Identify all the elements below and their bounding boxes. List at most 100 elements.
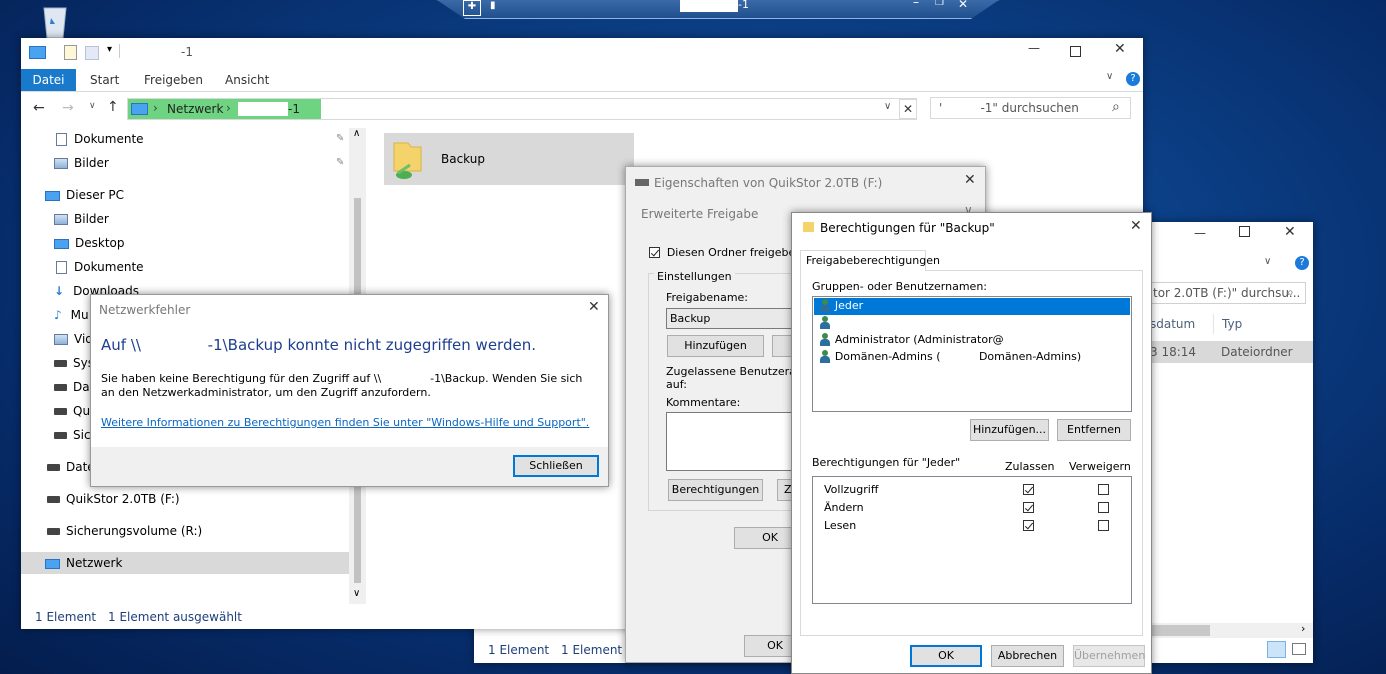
drive-icon	[47, 496, 60, 503]
tab-start[interactable]: Start	[90, 73, 119, 87]
advanced-sharing-title: Erweiterte Freigabe	[641, 207, 759, 221]
address-bar[interactable]: › Netzwerk › -1 ∨	[127, 98, 917, 120]
recent-locations-icon[interactable]: ∨	[89, 101, 96, 111]
drive-icon	[54, 360, 67, 367]
quick-access-dropdown-icon[interactable]: ▾	[107, 44, 112, 55]
tab-share-permissions[interactable]: Freigabeberechtigungen	[800, 250, 940, 271]
breadcrumb-chevron-icon[interactable]: ›	[153, 101, 158, 115]
sidebar-item-quikstor-f[interactable]: QuikStor 2.0TB (F:)	[21, 488, 351, 510]
minimize-icon[interactable]: —	[1194, 226, 1206, 240]
share-name-input[interactable]: Backup	[666, 308, 796, 329]
address-dropdown-icon[interactable]: ∨	[884, 101, 891, 112]
list-item[interactable]: Jeder	[814, 298, 1130, 315]
sidebar-item-label: Sicherungsvolume (R:)	[66, 524, 203, 538]
list-item[interactable]: Domänen-Admins ( Domänen-Admins)	[814, 349, 1130, 366]
folder-item-backup[interactable]: Backup	[384, 133, 634, 185]
group-icon	[819, 349, 831, 364]
clear-address-icon[interactable]: ✕	[899, 99, 917, 119]
minimize-icon[interactable]: —	[1028, 41, 1040, 55]
close-button[interactable]: Schließen	[513, 455, 599, 477]
cancel-button[interactable]: Abbrechen	[991, 645, 1064, 667]
close-icon[interactable]: ✕	[1114, 41, 1126, 57]
sidebar-item-label: Bilder	[74, 212, 109, 226]
recycle-bin-icon[interactable]	[36, 4, 74, 40]
remove-principal-button[interactable]: Entfernen	[1057, 419, 1131, 441]
minimize-icon[interactable]: –	[913, 0, 919, 9]
groups-label: Gruppen- oder Benutzernamen:	[812, 280, 988, 293]
search-box[interactable]: tor 2.0TB (F:)" durchsu... ⌕	[1150, 282, 1306, 304]
list-item[interactable]	[814, 315, 1130, 332]
new-folder-icon[interactable]	[85, 46, 99, 60]
signal-icon: ▮	[490, 0, 496, 11]
close-icon[interactable]: ✕	[1284, 224, 1296, 240]
close-icon[interactable]: ✕	[964, 172, 976, 188]
sidebar-item-dieser-pc[interactable]: Dieser PC	[21, 184, 351, 206]
restore-icon[interactable]: ❐	[935, 0, 944, 8]
up-arrow-icon[interactable]: ↑	[107, 99, 119, 115]
forward-arrow-icon[interactable]: →	[62, 100, 74, 116]
close-icon[interactable]: ✕	[958, 0, 968, 11]
chevron-down-icon[interactable]: ∨	[1106, 71, 1113, 82]
sidebar-item-sicherungsvolume[interactable]: Sicherungsvolume (R:)	[21, 520, 351, 542]
chevron-down-icon[interactable]: ∨	[1264, 256, 1271, 267]
chevron-right-icon[interactable]: ›	[1301, 622, 1305, 635]
back-arrow-icon[interactable]: ←	[33, 100, 45, 116]
permissions-for-label: Berechtigungen für "Jeder"	[812, 456, 961, 469]
share-checkbox[interactable]	[649, 247, 660, 258]
sidebar-item-bilder[interactable]: Bilder ✎	[21, 152, 351, 174]
add-principal-button[interactable]: Hinzufügen...	[970, 419, 1049, 441]
comments-textarea[interactable]	[666, 412, 801, 471]
details-view-icon[interactable]	[1267, 641, 1286, 658]
sidebar-item-netzwerk[interactable]: Netzwerk	[21, 552, 349, 574]
pin-icon[interactable]: ✚	[463, 0, 481, 16]
pin-icon[interactable]: ✎	[336, 128, 344, 150]
share-checkbox-row[interactable]: Diesen Ordner freigeben	[649, 245, 802, 259]
breadcrumb-chevron-icon[interactable]: ›	[226, 101, 231, 115]
pin-icon[interactable]: ✎	[336, 152, 344, 174]
help-link[interactable]: Weitere Informationen zu Berechtigungen …	[101, 416, 589, 429]
help-icon[interactable]: ?	[1126, 72, 1140, 86]
maximize-icon[interactable]	[1070, 46, 1081, 57]
allow-checkbox[interactable]	[1023, 520, 1034, 531]
ok-button[interactable]: OK	[910, 645, 982, 667]
allow-checkbox[interactable]	[1023, 484, 1034, 495]
chevron-down-icon[interactable]: ∨	[353, 588, 360, 599]
tab-ansicht[interactable]: Ansicht	[225, 73, 269, 87]
close-icon[interactable]: ✕	[588, 299, 600, 315]
sidebar-item-label: Dokumente	[74, 132, 144, 146]
maximize-icon[interactable]	[1239, 226, 1250, 237]
search-box[interactable]: ' -1" durchsuchen ⌕	[930, 97, 1131, 119]
principal-name: Domänen-Admins ( Domänen-Admins)	[834, 350, 1082, 363]
sidebar-item-dokumente[interactable]: Dokumente	[21, 256, 351, 278]
tab-freigeben[interactable]: Freigeben	[144, 73, 203, 87]
permissions-button[interactable]: Berechtigungen	[668, 479, 763, 501]
properties-icon[interactable]	[64, 45, 77, 60]
deny-checkbox[interactable]	[1097, 484, 1109, 495]
user-limit-label-2: auf:	[666, 378, 687, 391]
column-type[interactable]: Typ	[1222, 317, 1242, 331]
sidebar-item-bilder[interactable]: Bilder	[21, 208, 351, 230]
close-icon[interactable]: ✕	[1130, 218, 1142, 234]
deny-header: Verweigern	[1069, 460, 1131, 473]
breadcrumb-netzwerk[interactable]: Netzwerk	[167, 102, 223, 116]
allow-checkbox[interactable]	[1023, 502, 1034, 513]
deny-checkbox[interactable]	[1097, 502, 1109, 513]
horizontal-scrollbar[interactable]: ›	[1150, 622, 1313, 638]
chevron-up-icon[interactable]: ∧	[353, 128, 360, 139]
table-row[interactable]: 3 18:14 Dateiordner	[1150, 341, 1313, 363]
list-item[interactable]: Administrator (Administrator@	[814, 332, 1130, 349]
tiles-view-icon[interactable]	[1292, 643, 1306, 655]
sidebar-item-dokumente[interactable]: Dokumente ✎	[21, 128, 351, 150]
deny-checkbox[interactable]	[1097, 520, 1109, 531]
column-date[interactable]: sdatum	[1150, 317, 1195, 331]
sidebar-item-desktop[interactable]: Desktop	[21, 232, 351, 254]
principal-list[interactable]: Jeder Administrator (Administrator@ Domä…	[812, 296, 1132, 412]
row-date: 3 18:14	[1150, 345, 1197, 359]
help-icon[interactable]: ?	[1295, 256, 1309, 270]
status-count: 1 Element	[35, 610, 97, 624]
search-icon: ⌕	[1112, 99, 1120, 115]
tab-datei[interactable]: Datei	[21, 69, 76, 91]
user-icon	[819, 315, 831, 330]
add-share-button[interactable]: Hinzufügen	[667, 335, 764, 357]
breadcrumb-host[interactable]: -1	[288, 102, 300, 116]
